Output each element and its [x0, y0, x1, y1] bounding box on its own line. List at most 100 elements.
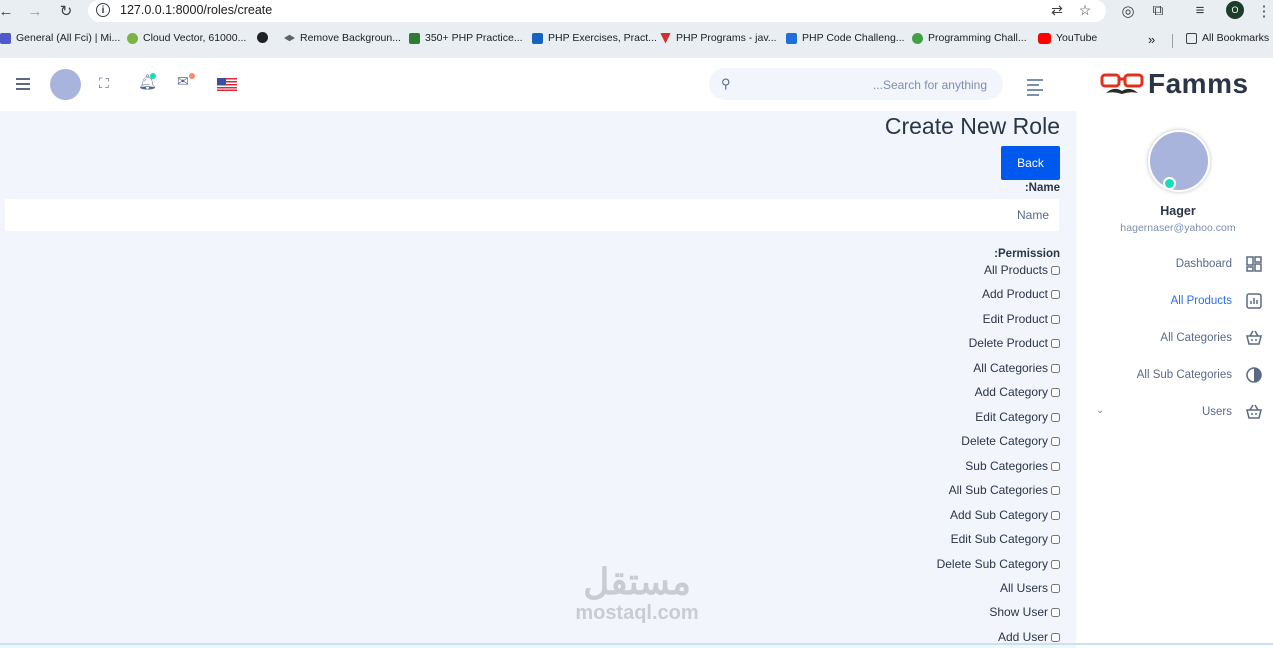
back-arrow-icon[interactable]: ← — [0, 2, 16, 22]
extension-circle-icon[interactable]: ◎ — [1118, 2, 1138, 20]
permission-checkbox[interactable] — [1051, 289, 1060, 299]
permission-item: Edit Product — [983, 311, 1060, 327]
back-button[interactable]: Back — [1001, 146, 1060, 180]
permission-label-text: Add Product — [981, 287, 1048, 301]
permission-label-text: All Products — [983, 263, 1048, 277]
search-icon: ⚲ — [721, 76, 731, 91]
search-input[interactable] — [741, 74, 989, 96]
watermark: مستقل mostaql.com — [557, 561, 717, 625]
play-icon — [786, 32, 797, 44]
bookmark-item[interactable] — [257, 32, 273, 43]
permission-item: All Products — [984, 262, 1060, 278]
permission-checkbox[interactable] — [1051, 534, 1060, 544]
permission-item: Delete Category — [961, 433, 1060, 449]
permission-label-text: All Sub Categories — [948, 483, 1048, 497]
permission-checkbox[interactable] — [1051, 583, 1060, 593]
bookmark-label: Programming Chall... — [928, 32, 1027, 44]
more-bookmarks-icon[interactable]: » — [1148, 32, 1155, 47]
bookmarks-bar: General (All Fci) | Mi... Cloud Vector, … — [0, 32, 1273, 50]
sidebar-item-all-categories[interactable]: All Categories — [1076, 329, 1263, 349]
sidebar: Famms Hager hagernaser@yahoo.com Dashboa… — [1076, 58, 1273, 648]
permission-item: All Sub Categories — [949, 482, 1060, 498]
bookmark-item[interactable]: Remove Backgroun... — [284, 32, 401, 44]
permission-checkbox[interactable] — [1051, 510, 1060, 520]
permission-checkbox[interactable] — [1051, 314, 1060, 324]
bookmark-label: Cloud Vector, 61000... — [143, 32, 247, 44]
user-email: hagernaser@yahoo.com — [1120, 222, 1236, 234]
bookmark-divider — [1172, 34, 1173, 48]
sidebar-avatar — [1148, 130, 1210, 192]
cloud-icon — [127, 32, 138, 44]
brand-glasses-icon — [1100, 73, 1144, 94]
bookmark-item[interactable]: Cloud Vector, 61000... — [127, 32, 246, 44]
folder-icon — [1186, 32, 1197, 44]
profile-avatar[interactable]: O — [1226, 1, 1244, 19]
fullscreen-icon[interactable]: ⛶ — [99, 76, 113, 90]
chevron-down-icon[interactable]: ⌄ — [1096, 405, 1104, 416]
permission-item: All Categories — [973, 360, 1060, 376]
youtube-icon — [1038, 32, 1051, 44]
sidebar-item-all-sub-categories[interactable]: All Sub Categories — [1076, 366, 1263, 386]
bookmark-item[interactable]: 350+ PHP Practice... — [409, 32, 523, 44]
search-box: ⚲ — [709, 68, 1003, 100]
permission-checkbox[interactable] — [1051, 265, 1060, 275]
bookmark-star-icon[interactable]: ☆ — [1076, 2, 1094, 19]
permission-checkbox[interactable] — [1051, 412, 1060, 422]
forward-arrow-icon[interactable]: → — [25, 2, 45, 22]
permission-checkbox[interactable] — [1051, 559, 1060, 569]
hamburger-menu-icon[interactable] — [16, 78, 30, 93]
permission-checkbox[interactable] — [1051, 363, 1060, 373]
sidebar-item-label: All Categories — [1160, 332, 1232, 344]
permission-checkbox[interactable] — [1051, 387, 1060, 397]
permission-label-text: Add Category — [974, 385, 1048, 399]
reload-icon[interactable]: ↻ — [56, 2, 76, 22]
bookmark-item[interactable]: General (All Fci) | Mi... — [0, 32, 120, 44]
sidebar-item-users[interactable]: ⌄ Users — [1076, 403, 1263, 423]
us-flag-icon[interactable] — [217, 78, 237, 91]
browser-menu-icon[interactable]: ⋮ — [1254, 2, 1273, 20]
mail-icon[interactable]: ✉ — [177, 73, 189, 90]
permission-checkbox[interactable] — [1051, 485, 1060, 495]
extensions-puzzle-icon[interactable]: ⧉ — [1148, 2, 1168, 19]
chall-icon — [912, 32, 923, 44]
permission-label: :Permission — [994, 248, 1060, 260]
bookmark-item[interactable]: YouTube — [1038, 32, 1097, 44]
bookmark-item[interactable]: Programming Chall... — [912, 32, 1027, 44]
name-field[interactable] — [5, 199, 1059, 231]
php-practice-icon — [409, 32, 420, 44]
sidebar-item-dashboard[interactable]: Dashboard — [1076, 255, 1263, 275]
user-name: Hager — [1160, 204, 1196, 218]
address-bar[interactable]: i 127.0.0.1:8000/roles/create ⇄ ☆ — [88, 0, 1106, 22]
permission-checkbox[interactable] — [1051, 461, 1060, 471]
brand-name[interactable]: Famms — [1148, 68, 1249, 100]
permission-item: Edit Category — [975, 409, 1060, 425]
watermark-arabic: مستقل — [583, 561, 691, 602]
all-bookmarks[interactable]: All Bookmarks — [1186, 32, 1269, 44]
permission-item: Edit Sub Category — [951, 531, 1060, 547]
translate-icon[interactable]: ⇄ — [1048, 2, 1066, 19]
site-info-icon[interactable]: i — [96, 3, 110, 17]
bookmark-item[interactable]: PHP Code Challeng... — [786, 32, 905, 44]
permission-checkbox[interactable] — [1051, 632, 1060, 642]
browser-nav-row: ← → ↻ i 127.0.0.1:8000/roles/create ⇄ ☆ … — [0, 0, 1273, 24]
header-avatar[interactable] — [50, 69, 81, 100]
mail-dot — [189, 73, 195, 79]
right-menu-icon[interactable] — [1027, 79, 1043, 99]
permission-label-text: Add User — [997, 630, 1048, 644]
permission-checkbox[interactable] — [1051, 436, 1060, 446]
permission-label-text: All Users — [999, 581, 1048, 595]
sidebar-item-all-products[interactable]: All Products — [1076, 292, 1263, 312]
permission-item: Add Sub Category — [950, 507, 1060, 523]
permission-item: Show User — [989, 604, 1060, 620]
bookmark-item[interactable]: PHP Programs - jav... — [660, 32, 777, 44]
permission-label-text: Edit Product — [982, 312, 1048, 326]
permission-item: Add Product — [982, 286, 1060, 302]
permission-label-text: Add Sub Category — [949, 508, 1048, 522]
bookmark-item[interactable]: PHP Exercises, Pract... — [532, 32, 657, 44]
media-control-icon[interactable]: ≡ — [1190, 2, 1210, 19]
bookmark-label: YouTube — [1056, 32, 1098, 44]
permission-label-text: Delete Product — [968, 336, 1048, 350]
permission-checkbox[interactable] — [1051, 338, 1060, 348]
permission-checkbox[interactable] — [1051, 607, 1060, 617]
sidebar-item-label: All Sub Categories — [1136, 369, 1232, 381]
